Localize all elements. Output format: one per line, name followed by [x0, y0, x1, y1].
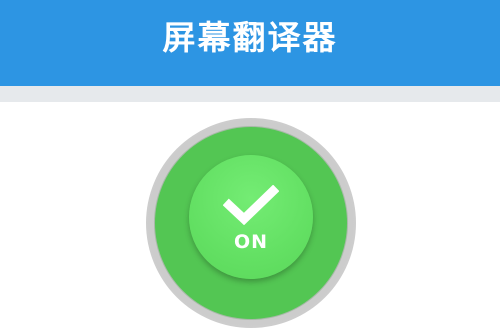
power-toggle[interactable]: ON: [146, 118, 356, 328]
toggle-state-label: ON: [233, 231, 269, 253]
toggle-button[interactable]: ON: [189, 155, 313, 279]
app-window: 屏幕翻译器 ON: [0, 0, 500, 333]
checkmark-icon: [223, 185, 279, 225]
app-header: 屏幕翻译器: [0, 0, 500, 86]
page-title: 屏幕翻译器: [162, 18, 338, 57]
header-divider: [0, 86, 500, 102]
